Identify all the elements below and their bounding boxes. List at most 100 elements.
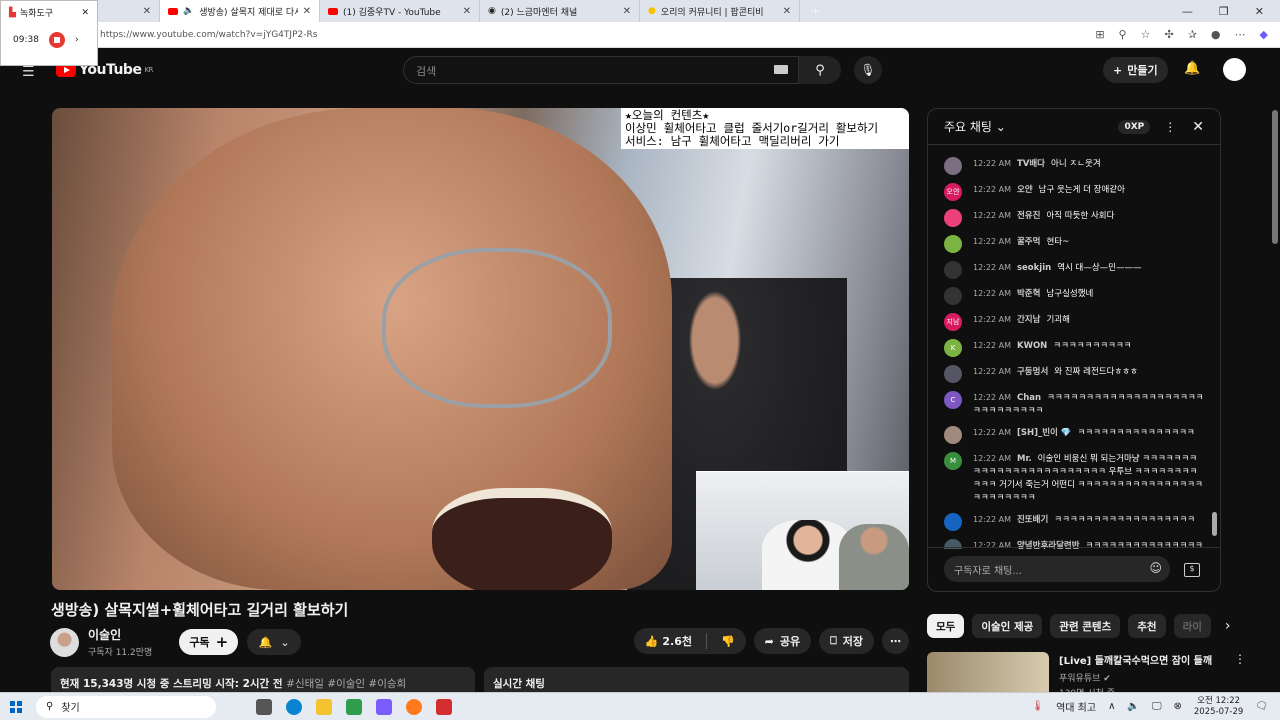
chat-scrollbar[interactable]	[1212, 512, 1217, 536]
subscribe-button[interactable]: 구독 +	[179, 629, 239, 655]
chat-input[interactable]: 구독자로 채팅... ☺	[944, 556, 1170, 582]
chat-mode-dropdown[interactable]: 주요 채팅 ⌄	[944, 118, 1006, 135]
bookmark-star-icon[interactable]: ☆	[1141, 28, 1151, 41]
close-tab-icon[interactable]: ✕	[783, 6, 791, 17]
address-bar[interactable]: https://www.youtube.com/watch?v=jYG4TJP2…	[0, 22, 1280, 48]
clock[interactable]: 오전 12:22 2025-07-29	[1194, 696, 1243, 718]
close-icon[interactable]: ✕	[81, 8, 89, 18]
chip-all[interactable]: 모두	[927, 614, 965, 638]
chip-recommended[interactable]: 추천	[1128, 614, 1166, 638]
browser-tab-active[interactable]: 🔈 생방송) 살목지 제대로 다시 ✕	[160, 0, 320, 22]
chip-channel[interactable]: 이술인 제공	[972, 614, 1043, 638]
chat-avatar[interactable]	[944, 235, 962, 253]
windows-start-icon[interactable]	[10, 700, 22, 713]
chat-avatar[interactable]: 오얀	[944, 183, 962, 201]
install-icon[interactable]: ⊞	[1095, 28, 1104, 41]
create-button[interactable]: + 만들기	[1103, 57, 1168, 83]
close-tab-icon[interactable]: ✕	[463, 6, 471, 17]
chat-author[interactable]: Mr.	[1017, 454, 1032, 464]
task-view-icon[interactable]	[256, 698, 272, 715]
chat-avatar[interactable]	[944, 513, 962, 531]
chat-avatar[interactable]	[944, 157, 962, 175]
dislike-button[interactable]: 👎	[721, 635, 735, 648]
file-explorer-icon[interactable]	[316, 698, 332, 715]
close-window-button[interactable]: ✕	[1255, 5, 1264, 18]
volume-icon[interactable]: 🔈	[1127, 701, 1139, 712]
minimize-button[interactable]: —	[1182, 5, 1193, 18]
profile-icon[interactable]: ●	[1211, 28, 1221, 41]
close-tab-icon[interactable]: ✕	[623, 6, 631, 17]
url-text[interactable]: https://www.youtube.com/watch?v=jYG4TJP2…	[100, 30, 317, 40]
taskbar-search[interactable]: ⚲ 찾기	[36, 695, 216, 718]
chat-avatar[interactable]: 지남	[944, 313, 962, 331]
chat-avatar[interactable]	[944, 365, 962, 383]
avatar[interactable]	[1223, 58, 1246, 81]
chat-author[interactable]: 오얀	[1017, 185, 1033, 195]
video-thumbnail[interactable]	[927, 652, 1049, 692]
chip-related[interactable]: 관련 콘텐츠	[1050, 614, 1121, 638]
chat-avatar[interactable]: M	[944, 452, 962, 470]
hashtags[interactable]: #신태일 #이술인 #이승희	[286, 678, 406, 690]
search-button[interactable]: ⚲	[799, 56, 841, 84]
more-icon[interactable]: ⋮	[1164, 120, 1176, 134]
super-chat-icon[interactable]: $	[1184, 563, 1200, 577]
save-button[interactable]: ⎕ 저장	[819, 628, 874, 654]
chat-author[interactable]: TV배다	[1017, 159, 1045, 169]
new-tab-button[interactable]: +	[800, 4, 821, 19]
notifications-icon[interactable]: 🗨	[1255, 701, 1268, 712]
maximize-button[interactable]: ❐	[1219, 5, 1229, 18]
video-player[interactable]: ★오늘의 컨텐츠★ 이상민 휠체어타고 클럽 줄서기or길거리 활보하기 서비스…	[52, 108, 909, 590]
extensions-icon[interactable]: ✣	[1164, 28, 1173, 41]
chat-avatar[interactable]: C	[944, 391, 962, 409]
channel-avatar[interactable]	[50, 627, 79, 657]
close-icon[interactable]: ✕	[1192, 119, 1204, 135]
like-button[interactable]: 👍 2.6천	[645, 633, 692, 649]
chat-avatar[interactable]	[944, 287, 962, 305]
notifications-bell-icon[interactable]: 🔔	[1184, 61, 1200, 76]
copilot-icon[interactable]	[376, 698, 392, 715]
channel-name[interactable]: 이술인	[88, 626, 152, 643]
firefox-icon[interactable]	[406, 698, 422, 715]
browser-tab[interactable]: ◉ (2) 느금마엔터 채널 ✕	[480, 0, 640, 22]
recorder-app-icon[interactable]	[436, 698, 452, 715]
more-actions-button[interactable]: ⋯	[882, 628, 909, 654]
weather-text[interactable]: 역대 최고	[1056, 699, 1096, 714]
menu-icon[interactable]: ☰	[22, 64, 35, 80]
keyboard-icon[interactable]	[774, 65, 788, 74]
chat-author[interactable]: 꿀주먹	[1017, 237, 1040, 247]
copilot-icon[interactable]: ◆	[1260, 28, 1268, 41]
zoom-icon[interactable]: ⚲	[1119, 28, 1127, 41]
share-button[interactable]: ➦ 공유	[753, 628, 812, 654]
chat-author[interactable]: KWON	[1017, 341, 1047, 351]
favorites-icon[interactable]: ✰	[1188, 28, 1197, 41]
chat-avatar[interactable]	[944, 426, 962, 444]
chat-author[interactable]: 진또배기	[1017, 515, 1048, 525]
chat-author[interactable]: 박준혁	[1017, 289, 1040, 299]
chat-author[interactable]: 구둥멍서	[1017, 367, 1048, 377]
status-icon[interactable]: ⊗	[1174, 701, 1182, 712]
chat-avatar[interactable]: K	[944, 339, 962, 357]
chat-author[interactable]: 전유진	[1017, 211, 1040, 221]
search-input[interactable]: 검색	[403, 56, 799, 84]
edge-icon[interactable]	[286, 698, 302, 715]
chat-author[interactable]: Chan	[1017, 393, 1041, 403]
chip-live[interactable]: 라이	[1173, 614, 1211, 638]
browser-tab[interactable]: ● 오리의 커뮤니티 | 팝콘티비 ✕	[640, 0, 800, 22]
emoji-icon[interactable]: ☺	[1149, 561, 1162, 575]
voice-search-button[interactable]: 🎙	[854, 56, 882, 84]
chat-author[interactable]: seokjin	[1017, 263, 1051, 273]
chevron-up-icon[interactable]: ∧	[1108, 701, 1115, 712]
network-icon[interactable]: 🖵	[1152, 701, 1162, 712]
app-icon[interactable]	[346, 698, 362, 715]
close-tab-icon[interactable]: ✕	[143, 6, 151, 17]
more-icon[interactable]: ⋯	[1235, 28, 1246, 41]
close-tab-icon[interactable]: ✕	[303, 6, 311, 17]
audio-icon[interactable]: 🔈	[183, 6, 194, 16]
chat-avatar[interactable]	[944, 209, 962, 227]
chat-avatar[interactable]	[944, 261, 962, 279]
stop-record-button[interactable]	[48, 32, 65, 48]
page-scrollbar[interactable]	[1272, 110, 1278, 244]
chat-author[interactable]: [SH]_빈이 💎	[1017, 428, 1071, 438]
chevron-right-icon[interactable]: ›	[75, 35, 79, 45]
browser-tab[interactable]: (1) 김중우TV - YouTube ✕	[320, 0, 480, 22]
